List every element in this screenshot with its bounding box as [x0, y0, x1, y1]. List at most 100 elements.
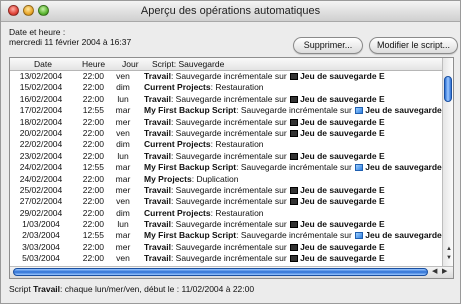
table-row[interactable]: 13/02/2004 22:00 ven Travail: Sauvegarde in…	[10, 71, 442, 82]
row-date: 22/02/2004	[19, 139, 63, 150]
row-time: 22:00	[82, 207, 104, 218]
dark-disk-icon	[290, 198, 299, 206]
table-row[interactable]: 2/03/2004 12:55 mar My First Backup Script:…	[10, 230, 444, 241]
table-row[interactable]: 27/02/2004 22:00 ven Travail: Sauvegarde in…	[10, 196, 442, 207]
row-date: 27/02/2004	[19, 196, 63, 207]
dark-disk-icon	[290, 243, 299, 251]
row-date: 18/02/2004	[19, 116, 63, 127]
row-script: Travail: Sauvegarde incrémentale sur Jeu…	[144, 71, 444, 82]
row-backup-set: Jeu de sauvegarde E	[300, 127, 385, 138]
row-script: My First Backup Script: Sauvegarde incré…	[144, 105, 444, 116]
row-date: 2/03/2004	[22, 230, 60, 241]
table-row[interactable]: 1/03/2004 22:00 lun Travail: Sauvegarde inc…	[10, 219, 442, 230]
table-row[interactable]: 24/02/2004 22:00 mar My Projects: Duplicati…	[10, 174, 442, 185]
row-backup-set: Jeu de sauvegarde E	[300, 150, 385, 161]
dark-disk-icon	[290, 152, 299, 160]
row-script: My First Backup Script: Sauvegarde incré…	[144, 230, 444, 241]
row-script-name: Travail	[144, 184, 171, 195]
row-day: mar	[115, 105, 131, 116]
table-row[interactable]: 16/02/2004 22:00 lun Travail: Sauvegarde in…	[10, 94, 442, 105]
row-date: 24/02/2004	[19, 173, 63, 184]
table-row[interactable]: 25/02/2004 22:00 mer Travail: Sauvegarde in…	[10, 185, 442, 196]
table-row[interactable]: 22/02/2004 22:00 dim Current Projects: Rest…	[10, 139, 442, 150]
vertical-scroll-thumb[interactable]	[444, 76, 452, 102]
row-script-name: Travail	[144, 196, 171, 207]
row-day: ven	[116, 71, 130, 81]
row-day: mar	[115, 173, 131, 184]
row-script-action: : Sauvegarde incrémentale sur	[236, 230, 355, 241]
row-backup-set: Jeu de sauvegarde E	[300, 116, 385, 127]
selected-script-summary: Script Travail: chaque lun/mer/ven, débu…	[9, 284, 254, 294]
row-script-name: My First Backup Script	[144, 230, 237, 241]
row-day: mer	[115, 241, 131, 252]
table-row[interactable]: 29/02/2004 22:00 dim Current Projects: Rest…	[10, 208, 442, 219]
row-day: mer	[115, 184, 131, 195]
table-row[interactable]: 5/03/2004 22:00 ven Travail: Sauvegarde inc…	[10, 253, 442, 264]
row-date: 16/02/2004	[19, 93, 63, 104]
delete-button[interactable]: Supprimer...	[293, 37, 363, 54]
row-script-action: : Sauvegarde incrémentale sur	[236, 105, 355, 116]
row-script-action: : Sauvegarde incrémentale sur	[170, 184, 290, 195]
row-day: dim	[116, 82, 130, 93]
row-date: 5/03/2004	[22, 253, 60, 264]
horizontal-scroll-thumb[interactable]	[13, 268, 428, 276]
row-script: Travail: Sauvegarde incrémentale sur Jeu…	[144, 219, 444, 230]
row-script-action: : Sauvegarde incrémentale sur	[170, 253, 290, 264]
horizontal-scrollbar[interactable]: ◀ ▶	[10, 266, 453, 278]
vertical-scrollbar[interactable]: ▲ ▼	[442, 58, 453, 266]
dark-disk-icon	[290, 73, 299, 80]
column-header-date[interactable]: Date	[34, 59, 52, 69]
modify-script-button[interactable]: Modifier le script...	[369, 37, 458, 54]
row-backup-set: Jeu de sauvegarde E	[300, 253, 385, 264]
scroll-right-arrow-icon[interactable]: ▶	[442, 267, 447, 277]
row-time: 12:55	[82, 230, 104, 241]
dark-disk-icon	[290, 118, 299, 126]
row-date: 15/02/2004	[19, 82, 63, 93]
column-header-script[interactable]: Script: Sauvegarde	[152, 59, 224, 69]
row-backup-set: Jeu de sauvegarde E	[300, 219, 385, 230]
row-time: 22:00	[82, 71, 104, 81]
row-day: ven	[116, 196, 130, 207]
blue-disk-icon	[355, 164, 364, 172]
dark-disk-icon	[290, 186, 299, 194]
column-header-day[interactable]: Jour	[122, 59, 139, 69]
row-date: 29/02/2004	[19, 207, 63, 218]
table-rows: 13/02/2004 22:00 ven Travail: Sauvegarde in…	[10, 71, 444, 265]
dark-disk-icon	[290, 221, 299, 229]
column-header-time[interactable]: Heure	[82, 59, 105, 69]
table-row[interactable]: 17/02/2004 12:55 mar My First Backup Script…	[10, 105, 444, 116]
row-day: mer	[115, 116, 131, 127]
title-bar[interactable]: Aperçu des opérations automatiques	[1, 1, 460, 22]
row-time: 22:00	[82, 253, 104, 264]
row-script: Current Projects: Restauration	[144, 208, 444, 219]
date-time-label: Date et heure :	[9, 27, 66, 37]
row-date: 17/02/2004	[19, 105, 63, 116]
row-script: My Projects: Duplication	[144, 174, 444, 185]
row-time: 22:00	[82, 219, 104, 230]
row-script-name: Travail	[144, 241, 171, 252]
date-time-block: Date et heure : mercredi 11 février 2004…	[9, 27, 131, 47]
scroll-left-arrow-icon[interactable]: ◀	[432, 267, 437, 277]
row-script-action: : Sauvegarde incrémentale sur	[236, 162, 355, 173]
row-script-action: : Sauvegarde incrémentale sur	[170, 241, 290, 252]
table-row[interactable]: 23/02/2004 22:00 lun Travail: Sauvegarde in…	[10, 151, 442, 162]
row-script-name: Travail	[144, 71, 171, 81]
table-row[interactable]: 20/02/2004 22:00 ven Travail: Sauvegarde in…	[10, 128, 442, 139]
table-row[interactable]: 15/02/2004 22:00 dim Current Projects: Rest…	[10, 82, 442, 93]
row-time: 22:00	[82, 241, 104, 252]
dark-disk-icon	[290, 129, 299, 137]
row-script-name: Travail	[144, 253, 171, 264]
scroll-down-arrow-icon[interactable]: ▼	[446, 255, 452, 261]
row-script-action: : Sauvegarde incrémentale sur	[170, 71, 290, 81]
scroll-up-arrow-icon[interactable]: ▲	[446, 246, 452, 252]
row-time: 22:00	[82, 82, 104, 93]
table-row[interactable]: 18/02/2004 22:00 mer Travail: Sauvegarde in…	[10, 117, 442, 128]
schedule-preview-window: Aperçu des opérations automatiques Date …	[0, 0, 461, 304]
row-script: Current Projects: Restauration	[144, 82, 444, 93]
summary-script-name: Travail	[33, 284, 61, 294]
row-backup-set: Jeu de sauvegarde A	[365, 230, 444, 241]
table-row[interactable]: 24/02/2004 12:55 mar My First Backup Script…	[10, 162, 444, 173]
row-script: Travail: Sauvegarde incrémentale sur Jeu…	[144, 253, 444, 264]
blue-disk-icon	[355, 232, 364, 240]
table-row[interactable]: 3/03/2004 22:00 mer Travail: Sauvegarde inc…	[10, 242, 442, 253]
